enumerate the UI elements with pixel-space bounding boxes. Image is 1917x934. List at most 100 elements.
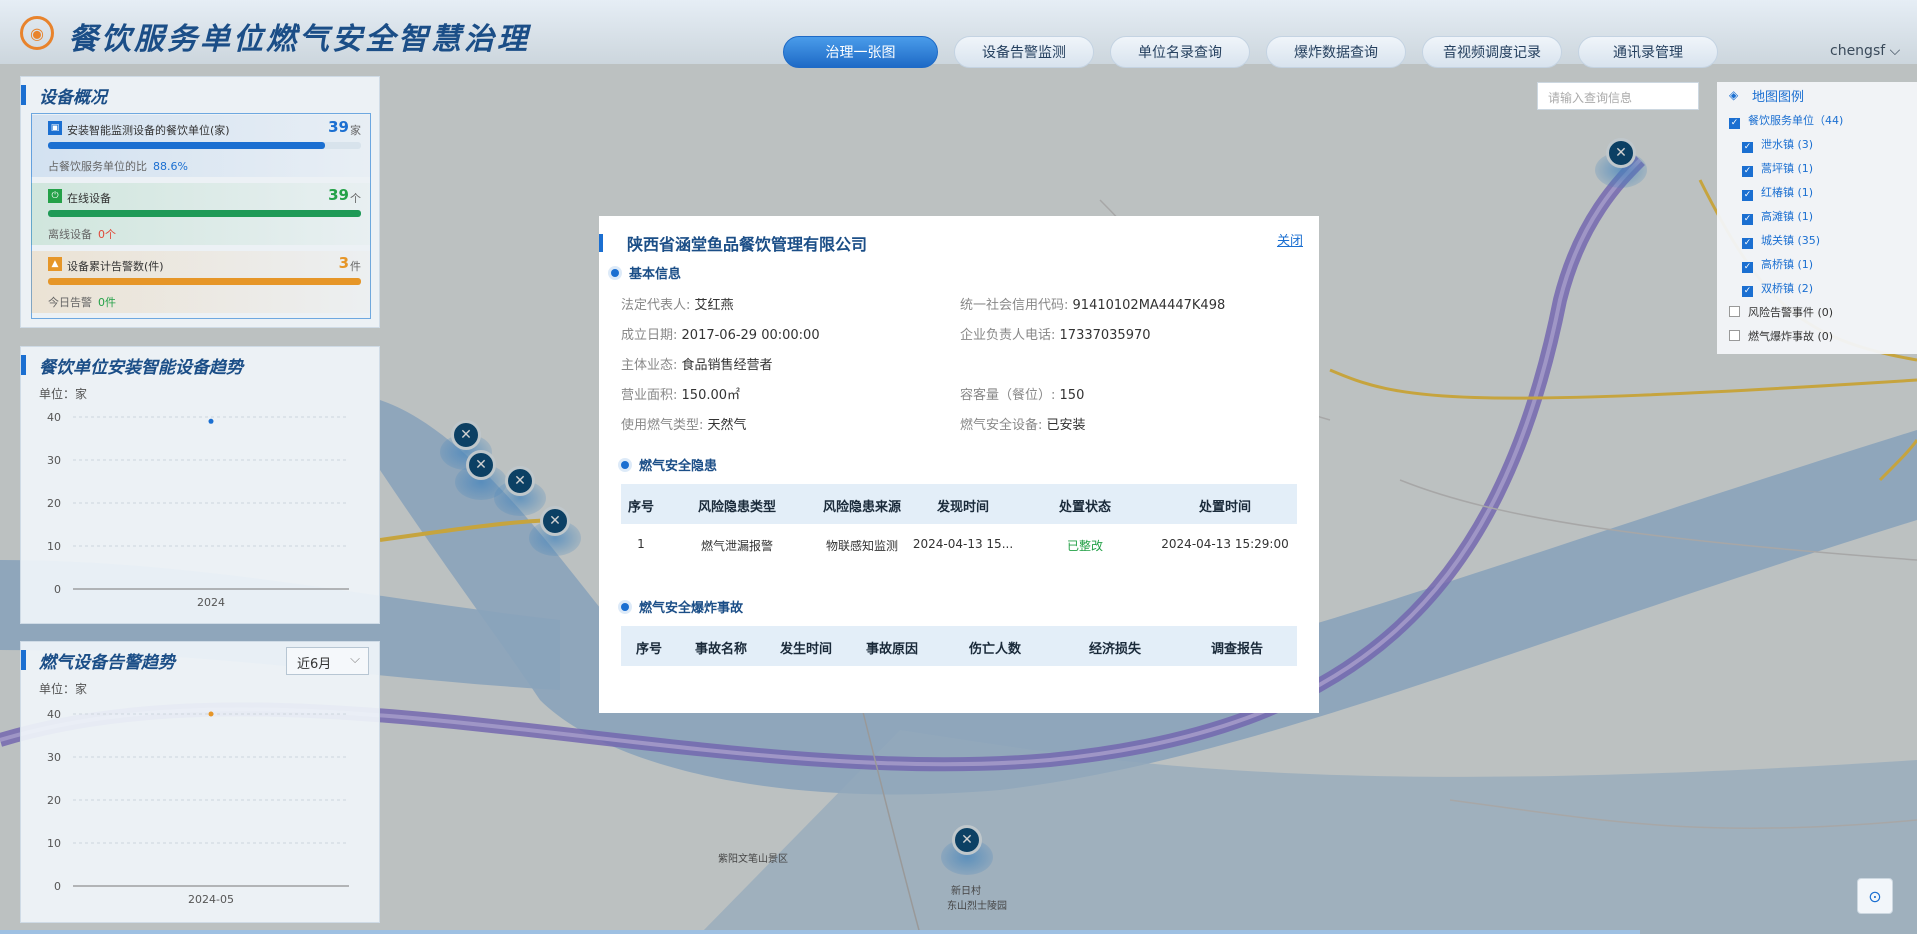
chevron-down-icon: ⌵ bbox=[1885, 43, 1901, 59]
field-value: 150 bbox=[1059, 388, 1085, 403]
close-button[interactable]: 关闭 bbox=[1277, 230, 1303, 249]
field-value: 91410102MA4447K498 bbox=[1072, 298, 1226, 313]
user-menu[interactable]: chengsf ⌵ bbox=[1830, 43, 1900, 59]
field-value: 已安装 bbox=[1046, 418, 1086, 433]
legend-item[interactable]: ✓ 蒿坪镇 (1) bbox=[1742, 160, 1813, 177]
map-search-input[interactable]: 请输入查询信息 bbox=[1537, 82, 1699, 110]
col-header: 事故名称 bbox=[694, 642, 748, 657]
checkbox-icon[interactable] bbox=[1729, 330, 1740, 341]
cell-found-time: 2024-04-13 15... bbox=[912, 537, 1014, 551]
legend-item[interactable]: 燃气爆炸事故 (0) bbox=[1729, 328, 1833, 344]
y-tick-label: 0 bbox=[54, 583, 61, 596]
y-tick-label: 10 bbox=[47, 540, 61, 553]
stat-alarms-value: 3 bbox=[338, 254, 349, 272]
nav-av-dispatch[interactable]: 音视频调度记录 bbox=[1422, 36, 1562, 68]
stat-online-value: 39 bbox=[328, 186, 349, 204]
nav-map-overview[interactable]: 治理一张图 bbox=[783, 36, 938, 68]
period-select-value: 近6月 bbox=[297, 657, 332, 672]
stat-alarms-sub-label: 今日告警 bbox=[48, 296, 92, 309]
nav-alarm-monitor[interactable]: 设备告警监测 bbox=[954, 36, 1094, 68]
x-tick-label: 2024-05 bbox=[188, 893, 234, 906]
field-value: 17337035970 bbox=[1059, 328, 1151, 343]
field-capacity: 容客量（餐位）: 150 bbox=[960, 384, 1084, 403]
checkbox-icon[interactable] bbox=[1729, 306, 1740, 317]
period-select[interactable]: 近6月 ⌵ bbox=[286, 647, 369, 675]
y-tick-label: 20 bbox=[47, 497, 61, 510]
cell-source: 物联感知监测 bbox=[825, 539, 899, 553]
col-header: 风险隐患来源 bbox=[822, 500, 902, 515]
stat-installed-bar bbox=[48, 142, 326, 149]
legend-item[interactable]: ✓ 泄水镇 (3) bbox=[1742, 136, 1813, 153]
field-label: 企业负责人电话: bbox=[960, 328, 1056, 343]
stat-alarms-track bbox=[48, 278, 361, 285]
warning-icon: ▲ bbox=[48, 257, 62, 271]
x-tick-label: 2024 bbox=[197, 596, 225, 609]
legend-item[interactable]: ✓ 城关镇 (35) bbox=[1742, 232, 1820, 249]
checkbox-icon[interactable]: ✓ bbox=[1742, 214, 1753, 225]
alarm-trend-panel: 燃气设备告警趋势 近6月 ⌵ 单位：家 40 30 20 10 0 2024-05 bbox=[20, 641, 380, 923]
checkbox-icon[interactable]: ✓ bbox=[1742, 262, 1753, 273]
legend-item[interactable]: ✓ 高滩镇 (1) bbox=[1742, 208, 1813, 225]
legend-item[interactable]: ✓ 餐饮服务单位（44) bbox=[1729, 112, 1843, 129]
map-legend: ◈ 地图图例 ✓ 餐饮服务单位（44) ✓ 泄水镇 (3) ✓ 蒿坪镇 (1) ✓ 红椿镇 (… bbox=[1717, 82, 1917, 354]
checkbox-icon[interactable]: ✓ bbox=[1742, 286, 1753, 297]
table-row[interactable]: 1 燃气泄漏报警 物联感知监测 2024-04-13 15... 已整改 202… bbox=[621, 524, 1297, 564]
stat-online-sub-label: 离线设备 bbox=[48, 228, 92, 241]
field-gas-type: 使用燃气类型: 天然气 bbox=[621, 414, 747, 433]
legend-item-label: 红椿镇 (1) bbox=[1761, 186, 1814, 199]
y-tick-label: 30 bbox=[47, 454, 61, 467]
legend-item-label: 餐饮服务单位（44) bbox=[1748, 114, 1844, 127]
horizontal-scrollbar[interactable] bbox=[0, 930, 1640, 934]
cell-type: 燃气泄漏报警 bbox=[700, 539, 774, 553]
basic-info-heading: 基本信息 bbox=[611, 263, 681, 282]
stat-installed-unit: 家 bbox=[350, 124, 361, 137]
field-value: 天然气 bbox=[707, 418, 747, 433]
col-header: 发现时间 bbox=[936, 500, 990, 515]
y-tick-label: 20 bbox=[47, 794, 61, 807]
stat-installed-label: 安装智能监测设备的餐饮单位(家) bbox=[67, 124, 230, 137]
legend-item-label: 城关镇 (35) bbox=[1761, 234, 1821, 247]
install-trend-panel: 餐饮单位安装智能设备趋势 单位：家 40 30 20 10 0 2024 bbox=[20, 346, 380, 624]
field-label: 使用燃气类型: bbox=[621, 418, 704, 433]
legend-item[interactable]: ✓ 红椿镇 (1) bbox=[1742, 184, 1813, 201]
col-header: 序号 bbox=[635, 642, 663, 657]
checkbox-icon[interactable]: ✓ bbox=[1729, 118, 1740, 129]
nav-unit-directory[interactable]: 单位名录查询 bbox=[1110, 36, 1250, 68]
legend-item[interactable]: ✓ 双桥镇 (2) bbox=[1742, 280, 1813, 297]
stat-online-unit: 个 bbox=[350, 192, 361, 205]
data-point bbox=[208, 711, 214, 717]
username: chengsf bbox=[1830, 43, 1886, 59]
field-label: 燃气安全设备: bbox=[960, 418, 1043, 433]
field-label: 统一社会信用代码: bbox=[960, 298, 1069, 313]
col-header: 发生时间 bbox=[779, 642, 833, 657]
dispatch-icon[interactable]: ⊙ bbox=[1857, 878, 1893, 914]
cell-status: 已整改 bbox=[1066, 539, 1104, 553]
checkbox-icon[interactable]: ✓ bbox=[1742, 142, 1753, 153]
legend-item[interactable]: ✓ 高桥镇 (1) bbox=[1742, 256, 1813, 273]
legend-item[interactable]: 风险告警事件 (0) bbox=[1729, 304, 1833, 320]
panel-accent bbox=[21, 650, 26, 670]
field-label: 主体业态: bbox=[621, 358, 678, 373]
hazard-title: 燃气安全隐患 bbox=[639, 459, 718, 474]
y-tick-label: 40 bbox=[47, 411, 61, 424]
hazard-table-header: 序号 风险隐患类型 风险隐患来源 发现时间 处置状态 处置时间 bbox=[621, 484, 1297, 524]
legend-item-label: 高滩镇 (1) bbox=[1761, 210, 1814, 223]
bullet-icon bbox=[611, 269, 619, 277]
overview-title: 设备概况 bbox=[39, 88, 107, 108]
nav-contacts[interactable]: 通讯录管理 bbox=[1578, 36, 1718, 68]
field-credit-code: 统一社会信用代码: 91410102MA4447K498 bbox=[960, 294, 1225, 313]
stat-online-track bbox=[48, 210, 361, 217]
stat-installed-track bbox=[48, 142, 361, 149]
overview-panel: 设备概况 ▣ 安装智能监测设备的餐饮单位(家) 39 家 占餐饮服务单位的比 88… bbox=[20, 76, 380, 328]
checkbox-icon[interactable]: ✓ bbox=[1742, 190, 1753, 201]
field-label: 成立日期: bbox=[621, 328, 678, 343]
nav-explosion-data[interactable]: 爆炸数据查询 bbox=[1266, 36, 1406, 68]
cell-handled-time: 2024-04-13 15:29:00 bbox=[1161, 537, 1289, 551]
data-point bbox=[208, 418, 214, 424]
cell-index: 1 bbox=[637, 537, 645, 551]
checkbox-icon[interactable]: ✓ bbox=[1742, 238, 1753, 249]
install-trend-chart: 40 30 20 10 0 2024 bbox=[47, 411, 349, 609]
checkbox-icon[interactable]: ✓ bbox=[1742, 166, 1753, 177]
y-tick-label: 10 bbox=[47, 837, 61, 850]
field-value: 食品销售经营者 bbox=[681, 358, 773, 373]
